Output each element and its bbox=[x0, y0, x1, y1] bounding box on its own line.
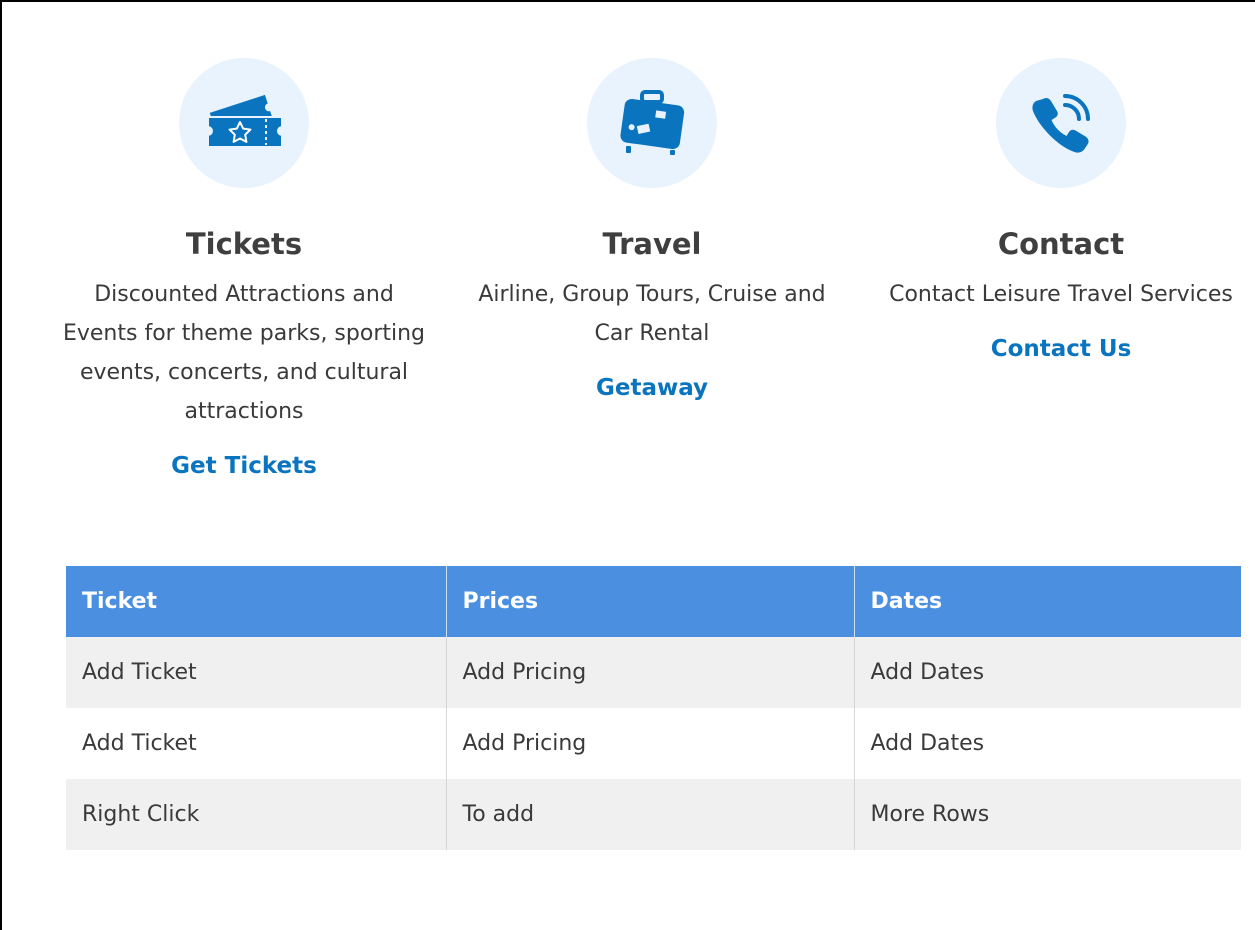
column-header-prices: Prices bbox=[446, 566, 855, 637]
table-row: Add Ticket Add Pricing Add Dates bbox=[66, 708, 1241, 779]
table-cell[interactable]: Add Pricing bbox=[446, 708, 855, 779]
card-travel: Travel Airline, Group Tours, Cruise and … bbox=[462, 58, 842, 401]
phone-icon bbox=[996, 58, 1126, 188]
table-row: Add Ticket Add Pricing Add Dates bbox=[66, 637, 1241, 708]
table-cell[interactable]: Add Ticket bbox=[66, 708, 447, 779]
table-cell[interactable]: To add bbox=[446, 779, 855, 850]
card-description: Contact Leisure Travel Services bbox=[889, 282, 1233, 307]
table-cell[interactable]: Add Dates bbox=[854, 708, 1241, 779]
card-description: Discounted Attractions and Events for th… bbox=[62, 282, 426, 424]
get-tickets-link[interactable]: Get Tickets bbox=[171, 453, 317, 479]
ticket-table: Ticket Prices Dates Add Ticket Add Prici… bbox=[66, 566, 1241, 850]
card-title: Tickets bbox=[185, 227, 303, 261]
table-cell[interactable]: Add Dates bbox=[854, 637, 1241, 708]
column-header-ticket: Ticket bbox=[66, 566, 447, 637]
contact-us-link[interactable]: Contact Us bbox=[991, 336, 1132, 362]
getaway-link[interactable]: Getaway bbox=[596, 375, 708, 401]
feature-cards: Tickets Discounted Attractions and Event… bbox=[40, 58, 1255, 518]
ticket-icon bbox=[179, 58, 309, 188]
table-cell[interactable]: Add Ticket bbox=[66, 637, 447, 708]
table-cell[interactable]: Add Pricing bbox=[446, 637, 855, 708]
card-title: Travel bbox=[602, 227, 702, 261]
column-header-dates: Dates bbox=[854, 566, 1241, 637]
table-row: Right Click To add More Rows bbox=[66, 779, 1241, 850]
suitcase-icon bbox=[587, 58, 717, 188]
card-contact: Contact Contact Leisure Travel Services … bbox=[871, 58, 1251, 362]
table-cell[interactable]: Right Click bbox=[66, 779, 447, 850]
card-tickets: Tickets Discounted Attractions and Event… bbox=[54, 58, 434, 479]
table-header-row: Ticket Prices Dates bbox=[66, 566, 1241, 637]
table-cell[interactable]: More Rows bbox=[854, 779, 1241, 850]
card-description: Airline, Group Tours, Cruise and Car Ren… bbox=[478, 282, 826, 346]
card-title: Contact bbox=[997, 227, 1125, 261]
